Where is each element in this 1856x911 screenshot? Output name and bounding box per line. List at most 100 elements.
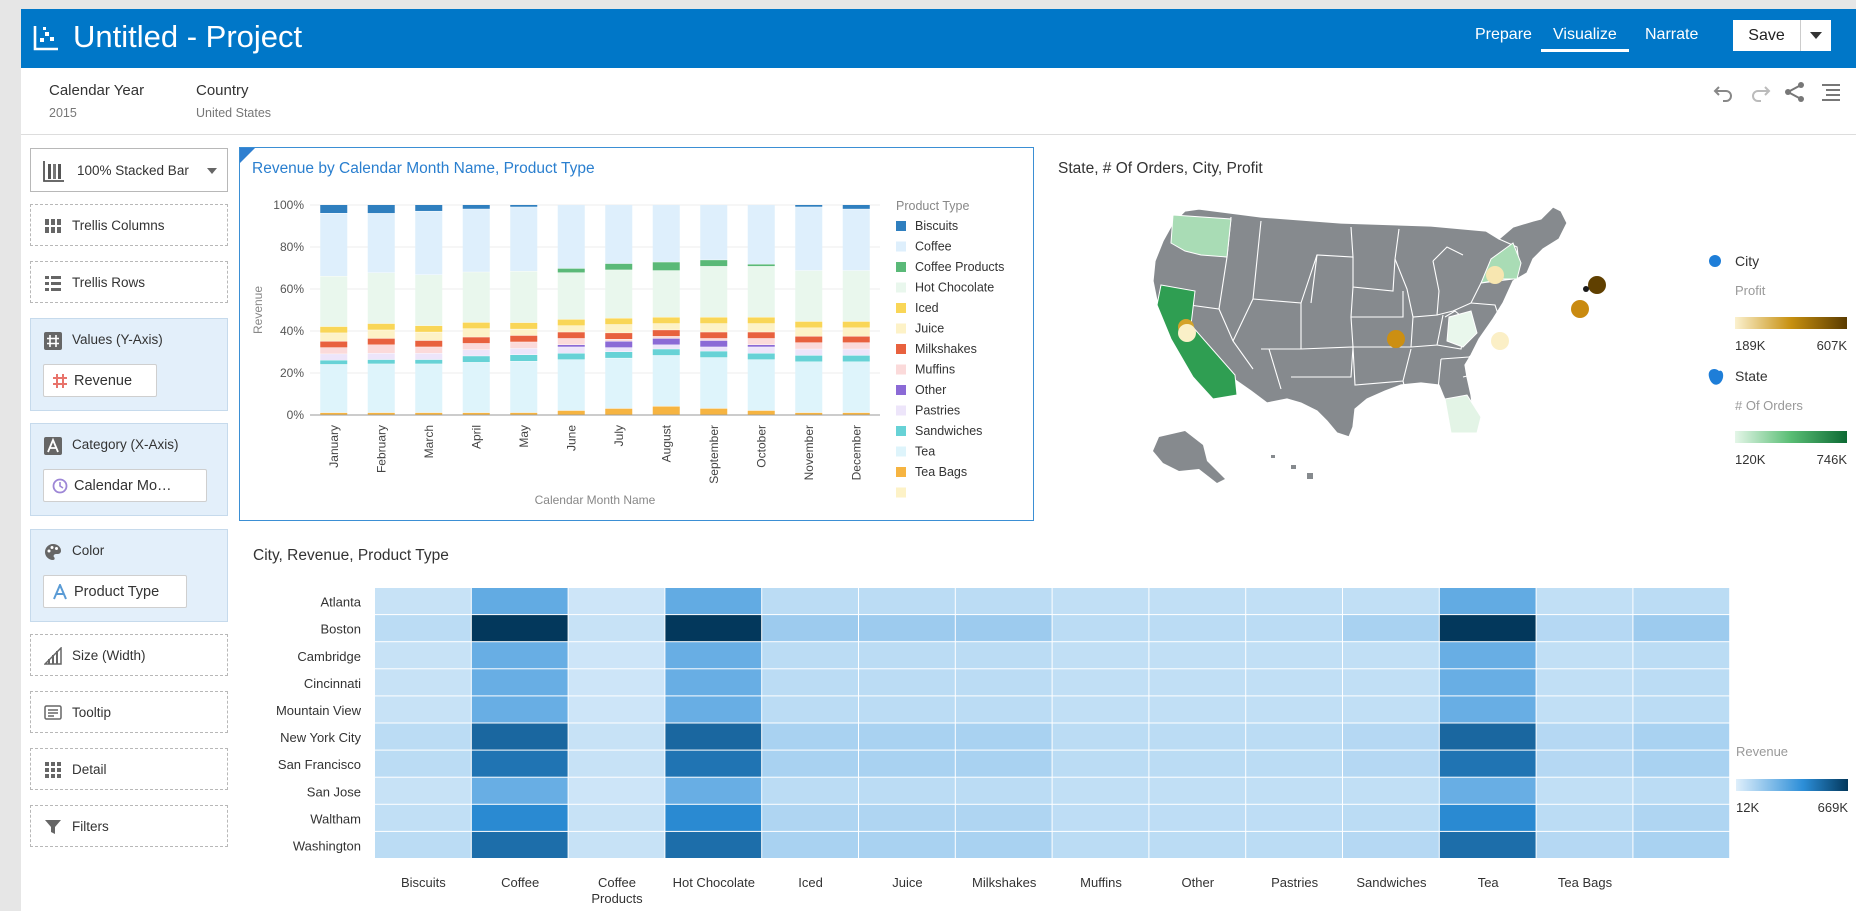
heatmap-cell: [471, 804, 568, 831]
bar-segment: [415, 359, 443, 364]
color-section[interactable]: Color Product Type: [30, 529, 228, 622]
heatmap-cell: [1536, 723, 1633, 750]
trellis-rows-dropzone[interactable]: Trellis Rows: [30, 261, 228, 303]
bar-segment: [462, 322, 490, 329]
bar-segment: [795, 361, 823, 413]
y-tick-label: 80%: [280, 240, 304, 254]
bar-segment: [557, 338, 585, 345]
bar-segment: [842, 205, 870, 209]
calendar-month-pill[interactable]: Calendar Mo…: [43, 469, 207, 502]
legend-swatch: [896, 303, 906, 313]
heatmap-cell: [1439, 723, 1536, 750]
bar-segment: [415, 332, 443, 341]
save-menu-button[interactable]: [1801, 20, 1831, 51]
heatmap-cell: [665, 831, 762, 858]
column-label: Tea: [1478, 875, 1500, 890]
heatmap-cell: [1052, 615, 1149, 642]
heatmap-cell: [762, 588, 858, 615]
column-label: Sandwiches: [1356, 875, 1427, 890]
menu-icon[interactable]: [1820, 81, 1842, 103]
city-marker-kansas-city[interactable]: [1387, 330, 1405, 348]
bar-segment: [842, 328, 870, 337]
category-x-axis-section[interactable]: Category (X-Axis) Calendar Mo…: [30, 423, 228, 516]
filters-dropzone[interactable]: Filters: [30, 805, 228, 847]
heatmap-cell: [375, 588, 471, 615]
heatmap-cell: [1633, 696, 1730, 723]
city-marker-mountain-view[interactable]: [1178, 324, 1196, 342]
redo-icon[interactable]: [1749, 81, 1771, 103]
heatmap-cell: [1343, 615, 1439, 642]
x-tick-label: February: [374, 425, 388, 473]
bar-segment: [652, 349, 680, 356]
product-type-pill[interactable]: Product Type: [43, 575, 187, 608]
filter-country[interactable]: Country United States: [196, 82, 271, 120]
heatmap-cell: [1439, 615, 1536, 642]
bar-segment: [510, 335, 538, 342]
stacked-bar-chart-panel[interactable]: Revenue by Calendar Month Name, Product …: [239, 147, 1034, 521]
trellis-columns-dropzone[interactable]: Trellis Columns: [30, 204, 228, 246]
column-label: Hot Chocolate: [673, 875, 755, 890]
scatter-chart-logo-icon: [33, 26, 58, 51]
heatmap-cell: [1149, 804, 1246, 831]
city-marker-cincinnati[interactable]: [1491, 332, 1509, 350]
heatmap-cell: [1246, 777, 1342, 804]
viz-type-dropdown[interactable]: 100% Stacked Bar: [30, 148, 228, 192]
legend-swatch: [896, 405, 906, 416]
heatmap-cell: [1149, 723, 1246, 750]
share-icon[interactable]: [1784, 81, 1806, 103]
revenue-pill[interactable]: Revenue: [43, 364, 157, 397]
values-y-axis-label: Values (Y-Axis): [72, 332, 163, 347]
city-marker-new-york-city[interactable]: [1588, 276, 1606, 294]
heatmap-cell: [1149, 588, 1246, 615]
bar-segment: [367, 353, 395, 360]
heatmap-cell: [568, 831, 665, 858]
bar-segment: [415, 347, 443, 354]
bar-segment: [652, 270, 680, 318]
tab-narrate[interactable]: Narrate: [1643, 26, 1700, 50]
bar-segment: [320, 360, 348, 365]
city-marker-cambridge[interactable]: [1486, 266, 1504, 284]
heatmap-cell: [1343, 723, 1439, 750]
tab-visualize[interactable]: Visualize: [1541, 26, 1629, 52]
heatmap-cell: [665, 669, 762, 696]
heatmap-cell: [762, 669, 858, 696]
size-width-dropzone[interactable]: Size (Width): [30, 634, 228, 676]
bar-segment: [320, 364, 348, 413]
column-label: Milkshakes: [972, 875, 1037, 890]
heatmap-cell: [955, 777, 1052, 804]
revenue-heatmap[interactable]: Atlanta Boston Cambridge Cincinnati Mountain…: [239, 574, 1853, 911]
city-marker-boston[interactable]: [1583, 286, 1589, 292]
filters-label: Filters: [72, 819, 109, 834]
column-label: Iced: [798, 875, 823, 890]
tooltip-dropzone[interactable]: Tooltip: [30, 691, 228, 733]
legend-item-label: Coffee: [915, 240, 952, 254]
heatmap-cell: [1536, 669, 1633, 696]
heatmap-cell: [955, 750, 1052, 777]
y-tick-label: 0%: [287, 408, 305, 422]
undo-icon[interactable]: [1713, 81, 1735, 103]
bar-segment: [700, 340, 728, 347]
filter-calendar-year[interactable]: Calendar Year 2015: [49, 82, 144, 120]
values-y-axis-section[interactable]: Values (Y-Axis) Revenue: [30, 318, 228, 411]
revenue-min-label: 12K: [1736, 800, 1759, 815]
heatmap-cell: [1052, 777, 1149, 804]
tab-prepare[interactable]: Prepare: [1473, 26, 1534, 50]
trellis-rows-icon: [45, 276, 61, 291]
bar-segment: [700, 338, 728, 341]
save-button[interactable]: Save: [1733, 20, 1801, 51]
bar-segment: [462, 328, 490, 337]
bar-segment: [842, 270, 870, 322]
column-label: Muffins: [1080, 875, 1122, 890]
city-marker-washington[interactable]: [1571, 300, 1589, 318]
us-map[interactable]: [1141, 199, 1671, 509]
x-tick-label: March: [422, 425, 436, 458]
trellis-columns-label: Trellis Columns: [72, 218, 165, 233]
attribute-a-icon: [44, 437, 62, 455]
bar-segment: [795, 336, 823, 343]
heatmap-cell: [471, 777, 568, 804]
heatmap-cell: [665, 804, 762, 831]
bar-segment: [320, 412, 348, 415]
bar-segment: [510, 412, 538, 415]
detail-dropzone[interactable]: Detail: [30, 748, 228, 790]
bar-segment: [652, 317, 680, 324]
